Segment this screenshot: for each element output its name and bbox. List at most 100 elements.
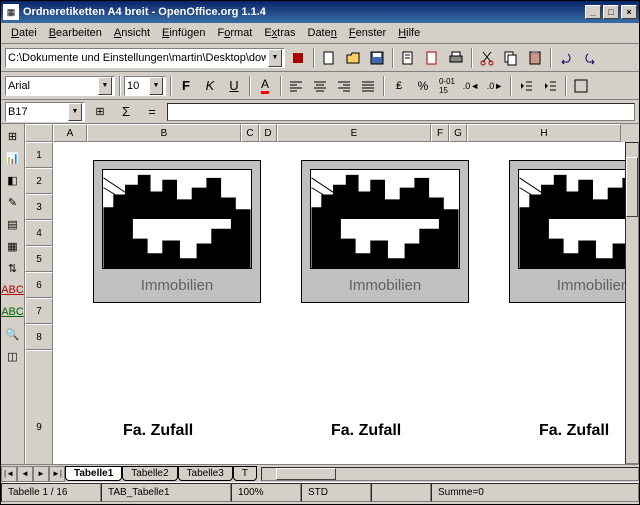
menu-window[interactable]: Fenster: [343, 25, 392, 41]
add-decimal-button[interactable]: .0◄: [460, 75, 482, 97]
chevron-down-icon[interactable]: ▼: [68, 103, 82, 121]
row-header[interactable]: 1: [25, 142, 53, 168]
currency-button[interactable]: ₤: [388, 75, 410, 97]
edit-doc-button[interactable]: [397, 47, 419, 69]
number-format-button[interactable]: 0-0115: [436, 75, 458, 97]
tab-next-button[interactable]: ►: [33, 466, 49, 482]
navigator-icon[interactable]: ◫: [3, 346, 23, 366]
font-name-input[interactable]: [6, 77, 98, 95]
align-justify-button[interactable]: [357, 75, 379, 97]
percent-button[interactable]: %: [412, 75, 434, 97]
copy-button[interactable]: [500, 47, 522, 69]
select-all-corner[interactable]: [25, 124, 53, 142]
cut-button[interactable]: [476, 47, 498, 69]
col-header[interactable]: B: [87, 124, 241, 142]
row-header[interactable]: 2: [25, 168, 53, 194]
cell-ref-combo[interactable]: ▼: [5, 102, 85, 122]
sort-icon[interactable]: ⇅: [3, 258, 23, 278]
export-pdf-button[interactable]: [421, 47, 443, 69]
row-header[interactable]: 4: [25, 220, 53, 246]
menu-help[interactable]: Hilfe: [392, 25, 426, 41]
tab-last-button[interactable]: ►|: [49, 466, 65, 482]
col-header[interactable]: E: [277, 124, 431, 142]
insert-chart-icon[interactable]: 📊: [3, 148, 23, 168]
vertical-scrollbar[interactable]: [625, 142, 639, 464]
cell-ref-input[interactable]: [6, 103, 68, 121]
menu-insert[interactable]: Einfügen: [156, 25, 211, 41]
underline-button[interactable]: U: [223, 75, 245, 97]
chevron-down-icon[interactable]: ▼: [98, 77, 112, 95]
open-button[interactable]: [342, 47, 364, 69]
path-combo[interactable]: ▼: [5, 48, 285, 68]
font-color-button[interactable]: A: [254, 75, 276, 97]
company-name: Fa. Zufall: [331, 422, 401, 440]
redo-button[interactable]: [579, 47, 601, 69]
row-header[interactable]: 3: [25, 194, 53, 220]
status-zoom[interactable]: 100%: [231, 483, 301, 502]
autofilter-icon[interactable]: ▦: [3, 236, 23, 256]
col-header[interactable]: H: [467, 124, 621, 142]
paste-button[interactable]: [524, 47, 546, 69]
equals-button[interactable]: =: [141, 101, 163, 123]
col-header[interactable]: F: [431, 124, 449, 142]
font-size-input[interactable]: [125, 77, 149, 95]
tab-first-button[interactable]: |◄: [1, 466, 17, 482]
spellcheck-icon[interactable]: ABC: [3, 280, 23, 300]
insert-object-icon[interactable]: ◧: [3, 170, 23, 190]
menu-file[interactable]: Datei: [5, 25, 43, 41]
bold-button[interactable]: F: [175, 75, 197, 97]
chevron-down-icon[interactable]: ▼: [268, 49, 282, 67]
row-header[interactable]: 6: [25, 272, 53, 298]
menu-edit[interactable]: Bearbeiten: [43, 25, 108, 41]
menu-view[interactable]: Ansicht: [108, 25, 156, 41]
sheet-tab[interactable]: T: [233, 466, 257, 481]
new-button[interactable]: [318, 47, 340, 69]
align-right-button[interactable]: [333, 75, 355, 97]
align-left-button[interactable]: [285, 75, 307, 97]
sum-button[interactable]: Σ: [115, 101, 137, 123]
borders-button[interactable]: [570, 75, 592, 97]
print-button[interactable]: [445, 47, 467, 69]
italic-button[interactable]: K: [199, 75, 221, 97]
col-header[interactable]: G: [449, 124, 467, 142]
path-input[interactable]: [6, 49, 268, 67]
show-draw-icon[interactable]: ✎: [3, 192, 23, 212]
increase-indent-button[interactable]: [539, 75, 561, 97]
sheet-tab[interactable]: Tabelle3: [178, 466, 233, 481]
cells-area[interactable]: Immobilien Fa. Zufall Immobilien Fa. Zuf…: [53, 142, 639, 464]
stop-button[interactable]: [287, 47, 309, 69]
close-button[interactable]: ×: [621, 5, 637, 19]
decrease-indent-button[interactable]: [515, 75, 537, 97]
insert-cells-icon[interactable]: ⊞: [3, 126, 23, 146]
minimize-button[interactable]: _: [585, 5, 601, 19]
function-wizard-button[interactable]: ⊞: [89, 101, 111, 123]
tab-prev-button[interactable]: ◄: [17, 466, 33, 482]
font-size-combo[interactable]: ▼: [124, 76, 166, 96]
row-header[interactable]: 8: [25, 324, 53, 350]
align-center-button[interactable]: [309, 75, 331, 97]
sheet-tab[interactable]: Tabelle1: [65, 466, 122, 481]
find-icon[interactable]: 🔍: [3, 324, 23, 344]
undo-button[interactable]: [555, 47, 577, 69]
row-header[interactable]: 7: [25, 298, 53, 324]
remove-decimal-button[interactable]: .0►: [484, 75, 506, 97]
maximize-button[interactable]: □: [603, 5, 619, 19]
save-button[interactable]: [366, 47, 388, 69]
formula-input[interactable]: [167, 103, 635, 121]
menu-extras[interactable]: Extras: [258, 25, 301, 41]
row-header[interactable]: 9: [25, 350, 53, 464]
col-header[interactable]: A: [53, 124, 87, 142]
menubar: Datei Bearbeiten Ansicht Einfügen Format…: [1, 23, 639, 44]
font-name-combo[interactable]: ▼: [5, 76, 115, 96]
sheet-tab[interactable]: Tabelle2: [122, 466, 177, 481]
chevron-down-icon[interactable]: ▼: [149, 77, 163, 95]
toolbar-standard: ▼: [1, 44, 639, 72]
horizontal-scrollbar[interactable]: [261, 467, 639, 481]
menu-format[interactable]: Format: [211, 25, 258, 41]
col-header[interactable]: C: [241, 124, 259, 142]
col-header[interactable]: D: [259, 124, 277, 142]
autospell-icon[interactable]: ABC: [3, 302, 23, 322]
row-header[interactable]: 5: [25, 246, 53, 272]
form-icon[interactable]: ▤: [3, 214, 23, 234]
menu-data[interactable]: Daten: [302, 25, 343, 41]
